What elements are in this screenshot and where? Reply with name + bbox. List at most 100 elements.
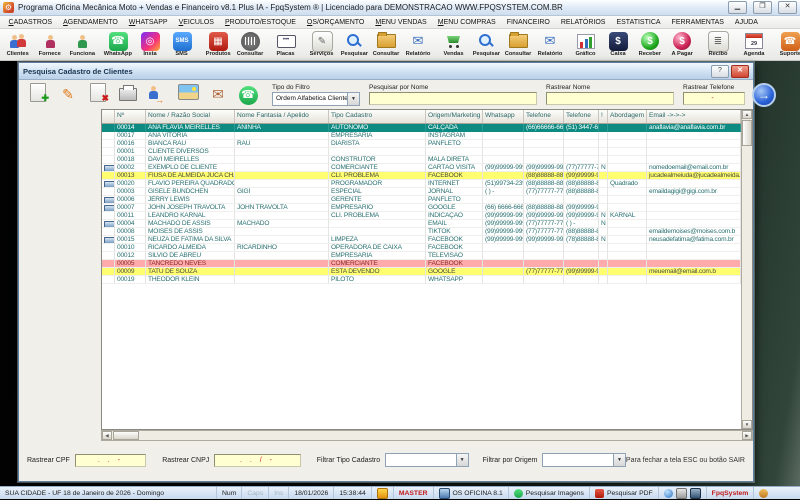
close-button[interactable]: ✕ bbox=[778, 1, 797, 14]
grid-header-cell[interactable]: ! bbox=[599, 110, 608, 123]
export-user-button[interactable]: → bbox=[143, 82, 173, 108]
grid-header-cell[interactable]: Tipo Cadastro bbox=[329, 110, 426, 123]
menu-item-whatsapp[interactable]: WHATSAPP bbox=[123, 19, 173, 26]
table-row[interactable]: 00018DAVI MEIRELLESCONSTRUTORMALA DIRETA bbox=[102, 156, 741, 164]
grid-header-cell[interactable]: Nº bbox=[115, 110, 146, 123]
child-close-button[interactable]: ✕ bbox=[731, 65, 749, 78]
trace-name-input[interactable] bbox=[546, 92, 674, 105]
grid-header-cell[interactable]: Abordagem bbox=[608, 110, 647, 123]
help-button[interactable]: ? bbox=[711, 65, 729, 78]
toolbar-button-caixa[interactable]: $Caixa bbox=[602, 30, 634, 59]
filter-type-select[interactable]: Ordem Alfabetica Cliente ▼ bbox=[272, 92, 360, 106]
menu-item-veiculos[interactable]: VEICULOS bbox=[173, 19, 219, 26]
printer-icon[interactable] bbox=[676, 488, 687, 499]
menu-item-produto-estoque[interactable]: PRODUTO/ESTOQUE bbox=[219, 19, 301, 26]
table-row[interactable]: 00019THEODOR KLEINPILOTOWHATSAPP bbox=[102, 276, 741, 284]
restore-button[interactable]: ❐ bbox=[753, 1, 772, 14]
table-row[interactable]: 00012SILVIO DE ABREUEMPRESARIATELEVISÃO bbox=[102, 252, 741, 260]
table-row[interactable]: 00003GISELE BUNDCHENGIGIESPECIALJORNAL( … bbox=[102, 188, 741, 196]
toolbar-button-consultar[interactable]: Consultar bbox=[234, 30, 266, 59]
toolbar-button-relat-rio[interactable]: ✉Relatório bbox=[534, 30, 566, 59]
horizontal-scroll-thumb[interactable] bbox=[113, 431, 139, 440]
table-row[interactable]: 00004MACHADO DE ASSISMACHADOEMAIL(99)999… bbox=[102, 220, 741, 228]
table-row[interactable]: 00014ANA FLAVIA MEIRELLESANINHAAUTONOMOC… bbox=[102, 124, 741, 132]
toolbar-button-produtos[interactable]: ▦Produtos bbox=[202, 30, 234, 59]
filter-origem-select[interactable]: ▼ bbox=[542, 453, 625, 467]
menu-item-estatistica[interactable]: ESTATISTICA bbox=[611, 19, 666, 26]
table-row[interactable]: 00008MOISES DE ASSISTIKTOK(99)99999-9999… bbox=[102, 228, 741, 236]
toolbar-button-insta[interactable]: ◎Insta bbox=[134, 30, 166, 59]
go-search-button[interactable]: → bbox=[752, 83, 776, 107]
menu-item-ferramentas[interactable]: FERRAMENTAS bbox=[666, 19, 729, 26]
scroll-up-arrow[interactable]: ▲ bbox=[742, 110, 752, 119]
menu-item-os-or-amento[interactable]: OS/ORÇAMENTO bbox=[301, 19, 369, 26]
toolbar-button-pesquisar[interactable]: Pesquisar bbox=[470, 30, 502, 59]
grid-header-cell[interactable]: Whatsapp bbox=[483, 110, 524, 123]
grid-header-cell[interactable]: Email ->->-> bbox=[647, 110, 741, 123]
search-name-input[interactable] bbox=[369, 92, 537, 105]
table-row[interactable]: 00020FLAVIO PEREIRA QUADRADOPROGRAMADORI… bbox=[102, 180, 741, 188]
toolbar-button-gr-fico[interactable]: Gráfico bbox=[570, 30, 602, 59]
toolbar-button-a-pagar[interactable]: $A Pagar bbox=[666, 30, 698, 59]
monitor-icon[interactable] bbox=[690, 488, 701, 499]
grid-header-cell[interactable]: Nome Fantasia / Apelido bbox=[235, 110, 329, 123]
toolbar-button-consultar[interactable]: Consultar bbox=[370, 30, 402, 59]
toolbar-button-fornece[interactable]: Fornece bbox=[34, 30, 66, 59]
toolbar-button-consultar[interactable]: Consultar bbox=[502, 30, 534, 59]
menu-item-menu-vendas[interactable]: MENU VENDAS bbox=[370, 19, 432, 26]
toolbar-button-receber[interactable]: $Receber bbox=[634, 30, 666, 59]
table-row[interactable]: 00001CLIENTE DIVERSOS bbox=[102, 148, 741, 156]
table-row[interactable]: 00016BIANCA RAURAUDIARISTAPANFLETO bbox=[102, 140, 741, 148]
vertical-scroll-thumb[interactable] bbox=[742, 120, 752, 146]
grid-header-cell[interactable]: Telefone bbox=[564, 110, 599, 123]
trace-phone-input[interactable]: - bbox=[683, 92, 745, 105]
vertical-scrollbar[interactable]: ▲ ▼ bbox=[741, 110, 752, 429]
grid-header-cell[interactable]: Nome / Razão Social bbox=[146, 110, 235, 123]
table-row[interactable]: 00017ANA VITÓRIAEMPRESARIAINSTAGRAM bbox=[102, 132, 741, 140]
wa-round-button[interactable]: ☎ bbox=[233, 82, 263, 108]
table-row[interactable]: 00002EXEMPLO DE CLIENTECOMERCIANTECARTÃO… bbox=[102, 164, 741, 172]
table-row[interactable]: 00015NEUZA DE FATIMA DA SILVALIMPEZAFACE… bbox=[102, 236, 741, 244]
menu-item-agendamento[interactable]: AGENDAMENTO bbox=[58, 19, 124, 26]
mail-button[interactable]: ✉ bbox=[203, 82, 233, 108]
toolbar-button-funciona[interactable]: Funciona bbox=[66, 30, 98, 59]
toolbar-button-agenda[interactable]: 29Agenda bbox=[738, 30, 770, 59]
print-button[interactable] bbox=[113, 82, 143, 108]
toolbar-button-suporte[interactable]: ☎Suporte bbox=[774, 30, 800, 59]
toolbar-button-recibo[interactable]: ≣Recibo bbox=[702, 30, 734, 59]
menu-item-financeiro[interactable]: FINANCEIRO bbox=[501, 19, 555, 26]
scroll-down-arrow[interactable]: ▼ bbox=[742, 420, 752, 429]
delete-button[interactable]: ✖ bbox=[83, 82, 113, 108]
grid-header-cell[interactable] bbox=[102, 110, 115, 123]
edit-button[interactable]: ✎ bbox=[53, 82, 83, 108]
table-row[interactable]: 00010RICARDO ALMEIDARICARDINHOOPERADORA … bbox=[102, 244, 741, 252]
toolbar-button-pesquisar[interactable]: Pesquisar bbox=[338, 30, 370, 59]
toolbar-button-vendas[interactable]: Vendas bbox=[438, 30, 470, 59]
add-button[interactable]: ✚ bbox=[23, 82, 53, 108]
cnpj-input[interactable]: . . / - bbox=[214, 454, 300, 467]
horizontal-scrollbar[interactable]: ◀ ▶ bbox=[101, 430, 753, 441]
filter-cadastro-select[interactable]: ▼ bbox=[385, 453, 468, 467]
toolbar-button-placas[interactable]: •••Placas bbox=[270, 30, 302, 59]
grid-header-cell[interactable]: Origem/Marketing bbox=[426, 110, 483, 123]
toolbar-button-sms[interactable]: SMSSMS bbox=[166, 30, 198, 59]
minimize-button[interactable]: ▁ bbox=[728, 1, 747, 14]
status-search-pdf[interactable]: Pesquisar PDF bbox=[590, 487, 659, 499]
cpf-input[interactable]: . . - bbox=[75, 454, 146, 467]
menu-item-relat-rios[interactable]: RELATÓRIOS bbox=[555, 19, 611, 26]
photos-button[interactable] bbox=[173, 82, 203, 108]
table-row[interactable]: 00011LEANDRO KARNALCLI. PROBLEMAINDICAÇÃ… bbox=[102, 212, 741, 220]
table-row[interactable]: 00005TANCREDO NEVESCOMERCIANTEFACEBOOK bbox=[102, 260, 741, 268]
menu-item-cadastros[interactable]: CADASTROS bbox=[3, 19, 58, 26]
menu-item-menu-compras[interactable]: MENU COMPRAS bbox=[432, 19, 501, 26]
table-row[interactable]: 00009TATU DE SOUZAESTA DEVENDOGOOGLE(77)… bbox=[102, 268, 741, 276]
toolbar-button-relat-rio[interactable]: ✉Relatório bbox=[402, 30, 434, 59]
scroll-left-arrow[interactable]: ◀ bbox=[102, 431, 112, 440]
toolbar-button-servi-os[interactable]: ✎Serviços bbox=[306, 30, 338, 59]
globe-icon[interactable] bbox=[664, 489, 673, 498]
menu-item-ajuda[interactable]: AJUDA bbox=[729, 19, 763, 26]
toolbar-button-clientes[interactable]: Clientes bbox=[2, 30, 34, 59]
table-row[interactable]: 00007JOHN JOSEPH TRAVOLTAJOHN TRAVOLTAEM… bbox=[102, 204, 741, 212]
toolbar-button-whatsapp[interactable]: ☎WhatsApp bbox=[102, 30, 134, 59]
table-row[interactable]: 00006JERRY LEWISGERENTEPANFLETO bbox=[102, 196, 741, 204]
